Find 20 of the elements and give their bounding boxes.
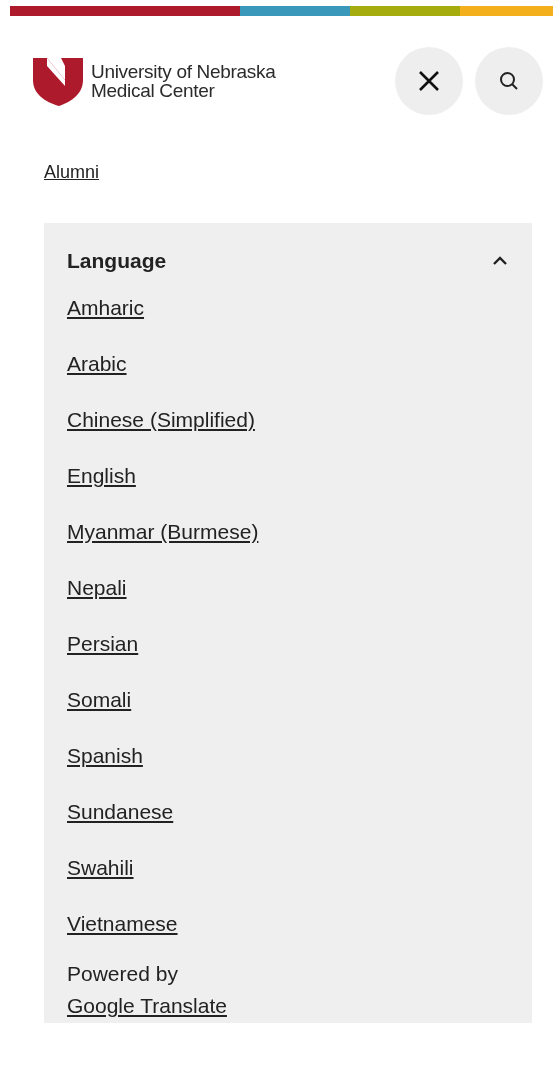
language-link[interactable]: Arabic bbox=[67, 351, 127, 377]
breadcrumb-link[interactable]: Alumni bbox=[44, 162, 100, 183]
language-link[interactable]: Spanish bbox=[67, 743, 143, 769]
shield-logo-icon bbox=[33, 56, 83, 106]
language-link[interactable]: English bbox=[67, 463, 136, 489]
language-link[interactable]: Somali bbox=[67, 687, 132, 713]
language-link[interactable]: Chinese (Simplified) bbox=[67, 407, 255, 433]
language-link[interactable]: Amharic bbox=[67, 295, 145, 321]
language-link[interactable]: Persian bbox=[67, 631, 139, 657]
search-icon bbox=[499, 71, 519, 91]
close-icon bbox=[418, 70, 440, 92]
language-link[interactable]: Swahili bbox=[67, 855, 134, 881]
language-link[interactable]: Myanmar (Burmese) bbox=[67, 519, 259, 545]
powered-by-text: Powered by bbox=[67, 961, 179, 987]
language-link[interactable]: Nepali bbox=[67, 575, 127, 601]
language-link[interactable]: Sundanese bbox=[67, 799, 174, 825]
language-link[interactable]: Vietnamese bbox=[67, 911, 178, 937]
logo-text: University of Nebraska Medical Center bbox=[91, 62, 276, 100]
language-toggle[interactable]: Language bbox=[67, 249, 509, 273]
google-translate-link[interactable]: Google Translate bbox=[67, 993, 227, 1019]
